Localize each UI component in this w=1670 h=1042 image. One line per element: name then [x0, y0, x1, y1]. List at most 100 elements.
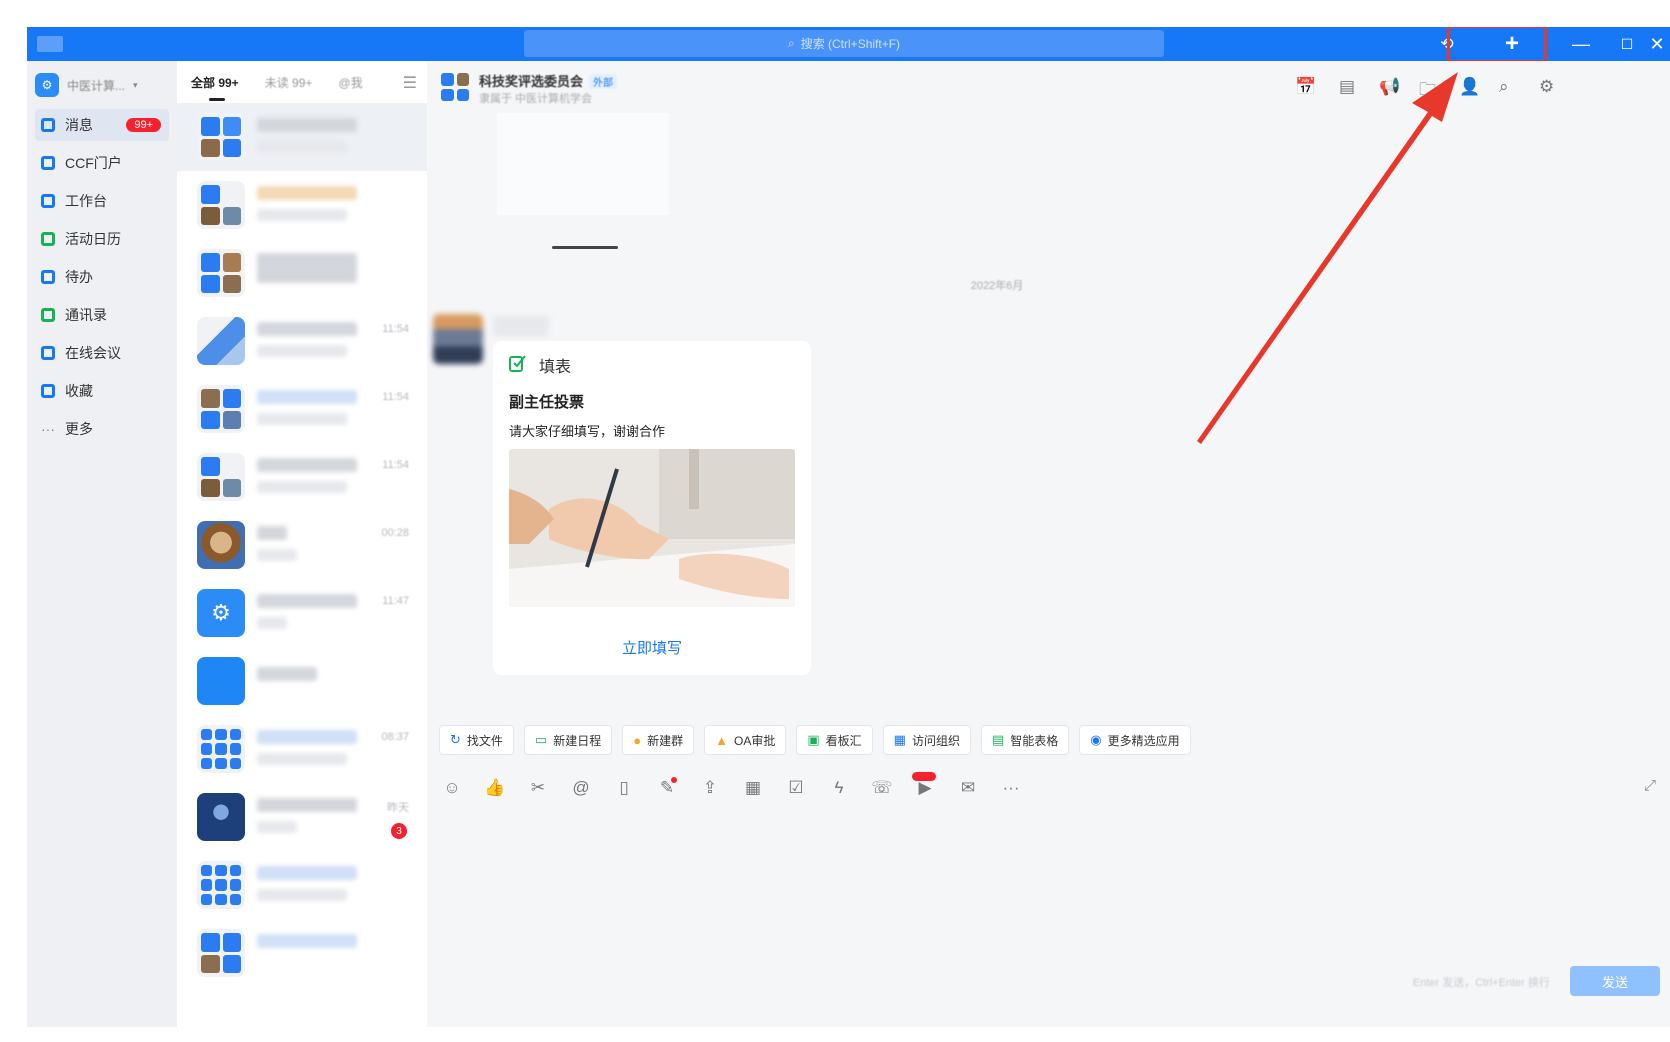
- conversation-preview: [257, 549, 297, 561]
- quick-new-group[interactable]: ● 新建群: [622, 725, 695, 755]
- list-item[interactable]: [177, 851, 427, 919]
- nav-item-ccf-portal[interactable]: CCF门户: [35, 147, 169, 179]
- quick-action-label: 看板汇: [825, 733, 862, 748]
- tab-unread[interactable]: 未读 99+: [265, 74, 313, 91]
- add-member-icon[interactable]: 👤: [1459, 77, 1480, 97]
- quick-action-label: 智能表格: [1010, 733, 1059, 748]
- quick-smart-table[interactable]: ▤ 智能表格: [980, 725, 1070, 755]
- form-icon: [509, 355, 526, 372]
- nav-label: 收藏: [65, 383, 93, 399]
- task-icon[interactable]: ☑: [783, 775, 809, 801]
- conversation-preview: [257, 821, 297, 833]
- schedule-icon: ▭: [534, 732, 548, 747]
- writing-image: [509, 449, 795, 607]
- quick-visit-org[interactable]: ▦ 访问组织: [882, 725, 971, 755]
- conversation-preview: [257, 209, 347, 221]
- emoji-icon[interactable]: ☺: [439, 775, 465, 801]
- announcement-icon[interactable]: 📢: [1379, 77, 1400, 97]
- flash-icon[interactable]: ϟ: [826, 775, 852, 801]
- filter-icon[interactable]: ☰: [403, 73, 417, 93]
- workbench-icon: [41, 194, 55, 208]
- like-icon[interactable]: 👍: [482, 775, 508, 801]
- quick-new-schedule[interactable]: ▭ 新建日程: [523, 725, 613, 755]
- conversation-name: [257, 390, 357, 404]
- live-icon[interactable]: ▶: [912, 772, 938, 801]
- org-switcher[interactable]: ⚙ 中医计算... ▾: [35, 69, 169, 101]
- nav-item-calendar[interactable]: 活动日历: [35, 223, 169, 255]
- fill-now-link[interactable]: 立即填写: [493, 637, 811, 658]
- nav-label: CCF门户: [65, 155, 122, 171]
- calendar-icon[interactable]: 📅: [1295, 77, 1316, 97]
- quick-action-label: 找文件: [466, 733, 503, 748]
- mention-icon[interactable]: @: [568, 775, 594, 801]
- list-item[interactable]: 11:54: [177, 443, 427, 511]
- nav-item-more[interactable]: ··· 更多: [35, 413, 169, 445]
- nav-item-favorites[interactable]: 收藏: [35, 375, 169, 407]
- message-input[interactable]: Enter 发送，Ctrl+Enter 换行 发送: [427, 806, 1670, 1027]
- quick-oa-approval[interactable]: ▲ OA审批: [704, 725, 787, 755]
- org-name: 中医计算...: [67, 78, 126, 93]
- chat-title[interactable]: 科技奖评选委员会 外部: [479, 71, 618, 90]
- list-item[interactable]: [177, 103, 427, 171]
- nav-item-todo[interactable]: 待办: [35, 261, 169, 293]
- list-item[interactable]: [177, 171, 427, 239]
- more-tools-icon[interactable]: ···: [998, 775, 1024, 801]
- upload-icon[interactable]: ⇪: [697, 775, 723, 801]
- conversation-preview: [257, 617, 287, 629]
- nav-item-workbench[interactable]: 工作台: [35, 185, 169, 217]
- list-item[interactable]: ⚙ 11:47: [177, 579, 427, 647]
- conversation-time: 08:37: [381, 731, 409, 743]
- conversation-time: 11:47: [382, 595, 409, 607]
- form-tool-icon[interactable]: ✎: [654, 775, 680, 801]
- send-button[interactable]: 发送: [1570, 966, 1660, 996]
- call-icon[interactable]: ☏: [869, 775, 895, 801]
- quick-find-file[interactable]: ↻ 找文件: [439, 725, 514, 755]
- list-item[interactable]: [177, 647, 427, 715]
- card-type-label: 填表: [539, 359, 572, 376]
- app-avatar: [197, 657, 245, 705]
- notification-dot: [671, 777, 677, 783]
- list-item[interactable]: 08:37: [177, 715, 427, 783]
- maximize-icon[interactable]: ☐: [1607, 27, 1647, 61]
- screenshot-icon[interactable]: ✂: [525, 775, 551, 801]
- list-item[interactable]: 00:28: [177, 511, 427, 579]
- list-item[interactable]: [177, 919, 427, 987]
- nav-item-contacts[interactable]: 通讯录: [35, 299, 169, 331]
- expand-icon[interactable]: ⤢: [1644, 777, 1656, 794]
- find-file-icon: ↻: [450, 732, 461, 747]
- calendar-icon: [41, 232, 55, 246]
- schedule-tool-icon[interactable]: ▦: [740, 775, 766, 801]
- tab-mentions[interactable]: @我: [338, 74, 362, 91]
- close-icon[interactable]: ✕: [1645, 27, 1669, 61]
- list-item[interactable]: 昨天 3: [177, 783, 427, 851]
- menu-icon[interactable]: [37, 36, 63, 52]
- folder-icon[interactable]: 🗀: [1419, 77, 1436, 106]
- group-avatar: [197, 249, 245, 297]
- conversation-name: [257, 667, 317, 681]
- search-input[interactable]: ⌕ 搜索 (Ctrl+Shift+F): [524, 30, 1164, 57]
- nav-item-meeting[interactable]: 在线会议: [35, 337, 169, 369]
- quick-board[interactable]: ▣ 看板汇: [796, 725, 873, 755]
- document-icon[interactable]: ▤: [1339, 77, 1355, 97]
- unread-badge: 3: [391, 823, 407, 839]
- chat-panel: 科技奖评选委员会 外部 隶属于 中医计算机学会 📅 ▤ 📢 🗀 👤 ⌕ ⚙ 202…: [427, 61, 1670, 1027]
- list-item[interactable]: 11:54: [177, 307, 427, 375]
- sender-avatar[interactable]: [433, 314, 483, 364]
- list-item[interactable]: 11:54: [177, 375, 427, 443]
- chat-title-text: 科技奖评选委员会: [479, 74, 584, 89]
- mail-icon[interactable]: ✉: [955, 775, 981, 801]
- list-item[interactable]: [177, 239, 427, 307]
- minimize-icon[interactable]: —: [1561, 27, 1601, 61]
- quick-more-apps[interactable]: ◉ 更多精选应用: [1079, 725, 1191, 755]
- search-history-icon[interactable]: ⌕: [1499, 77, 1509, 97]
- nav-item-messages[interactable]: 消息 99+: [35, 109, 169, 141]
- nav-label: 在线会议: [65, 345, 121, 361]
- file-icon[interactable]: ▯: [611, 775, 637, 801]
- pinned-message[interactable]: [497, 113, 669, 215]
- tab-all[interactable]: 全部 99+: [191, 74, 239, 101]
- conversation-preview: [257, 345, 347, 357]
- settings-icon[interactable]: ⚙: [1539, 77, 1554, 97]
- form-message-card[interactable]: 填表 副主任投票 请大家仔细填写，谢谢合作 立即填写: [493, 341, 811, 675]
- contacts-icon: [41, 308, 55, 322]
- left-nav: ⚙ 中医计算... ▾ 消息 99+ CCF门户 工作台 活动日历 待办 通讯录: [27, 61, 177, 1027]
